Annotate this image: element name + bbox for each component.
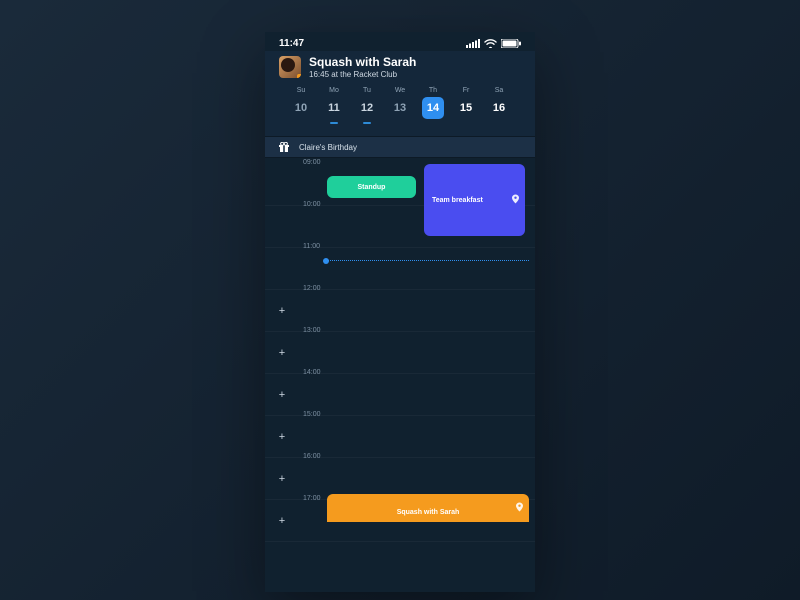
add-event-button[interactable]: + bbox=[275, 514, 289, 528]
status-indicators bbox=[466, 39, 521, 48]
event-title: Squash with Sarah bbox=[397, 509, 460, 516]
event-title: Standup bbox=[357, 184, 385, 191]
day-of-week-label: Th bbox=[429, 87, 437, 94]
event-color-badge bbox=[297, 74, 301, 78]
hour-label: 10:00 bbox=[303, 201, 321, 208]
event-block[interactable]: Team breakfast bbox=[424, 164, 525, 236]
day-su[interactable]: Su 10 bbox=[287, 87, 315, 124]
day-tu[interactable]: Tu 12 bbox=[353, 87, 381, 124]
day-of-week-label: Tu bbox=[363, 87, 371, 94]
hour-label: 17:00 bbox=[303, 495, 321, 502]
day-number: 10 bbox=[290, 97, 312, 119]
wifi-icon bbox=[484, 39, 497, 48]
header: Squash with Sarah 16:45 at the Racket Cl… bbox=[265, 51, 535, 136]
events-layer: Standup Team breakfast Squash with Sarah bbox=[327, 158, 529, 542]
hour-label: 16:00 bbox=[303, 453, 321, 460]
day-marker-dot bbox=[363, 122, 371, 124]
featured-event-subtitle: 16:45 at the Racket Club bbox=[309, 70, 416, 79]
day-of-week-label: Su bbox=[297, 87, 306, 94]
featured-event[interactable]: Squash with Sarah 16:45 at the Racket Cl… bbox=[279, 55, 521, 79]
day-number: 14 bbox=[422, 97, 444, 119]
add-event-button[interactable]: + bbox=[275, 304, 289, 318]
day-of-week-label: Sa bbox=[495, 87, 504, 94]
hour-label: 15:00 bbox=[303, 411, 321, 418]
add-event-button[interactable]: + bbox=[275, 472, 289, 486]
add-event-button[interactable]: + bbox=[275, 430, 289, 444]
week-strip: Su 10 Mo 11 Tu 12 We 13 Th 14 Fr 15 Sa 16 bbox=[279, 79, 521, 130]
location-pin-icon bbox=[516, 503, 523, 514]
status-bar: 11:47 bbox=[265, 32, 535, 51]
event-block[interactable]: Standup bbox=[327, 176, 416, 198]
day-of-week-label: Mo bbox=[329, 87, 339, 94]
event-block[interactable]: Squash with Sarah bbox=[327, 494, 529, 522]
day-marker-dot bbox=[330, 122, 338, 124]
featured-event-title: Squash with Sarah bbox=[309, 55, 416, 69]
hour-label: 13:00 bbox=[303, 327, 321, 334]
event-title: Team breakfast bbox=[432, 197, 517, 204]
day-number: 15 bbox=[455, 97, 477, 119]
all-day-banner[interactable]: Claire's Birthday bbox=[265, 136, 535, 158]
hour-label: 09:00 bbox=[303, 159, 321, 166]
current-time-indicator bbox=[327, 260, 529, 261]
day-number: 11 bbox=[323, 97, 345, 119]
status-time: 11:47 bbox=[279, 38, 304, 49]
day-number: 16 bbox=[488, 97, 510, 119]
all-day-label: Claire's Birthday bbox=[299, 143, 357, 152]
location-pin-icon bbox=[512, 195, 519, 206]
day-of-week-label: We bbox=[395, 87, 405, 94]
day-of-week-label: Fr bbox=[463, 87, 470, 94]
day-we[interactable]: We 13 bbox=[386, 87, 414, 124]
day-mo[interactable]: Mo 11 bbox=[320, 87, 348, 124]
gift-icon bbox=[279, 142, 289, 152]
add-event-button[interactable]: + bbox=[275, 346, 289, 360]
hour-label: 11:00 bbox=[303, 243, 320, 250]
day-fr[interactable]: Fr 15 bbox=[452, 87, 480, 124]
day-th[interactable]: Th 14 bbox=[419, 87, 447, 124]
phone-frame: 11:47 Squash with Sarah 16:45 at the Rac… bbox=[265, 32, 535, 592]
day-number: 12 bbox=[356, 97, 378, 119]
battery-icon bbox=[501, 39, 521, 48]
hour-label: 14:00 bbox=[303, 369, 321, 376]
schedule[interactable]: 09:00 +10:00 +11:00 +12:00 +13:00 +14:00 +15:0… bbox=[265, 158, 535, 542]
day-number: 13 bbox=[389, 97, 411, 119]
avatar bbox=[279, 56, 301, 78]
hour-label: 12:00 bbox=[303, 285, 321, 292]
day-sa[interactable]: Sa 16 bbox=[485, 87, 513, 124]
cellular-icon bbox=[466, 39, 480, 48]
add-event-button[interactable]: + bbox=[275, 388, 289, 402]
